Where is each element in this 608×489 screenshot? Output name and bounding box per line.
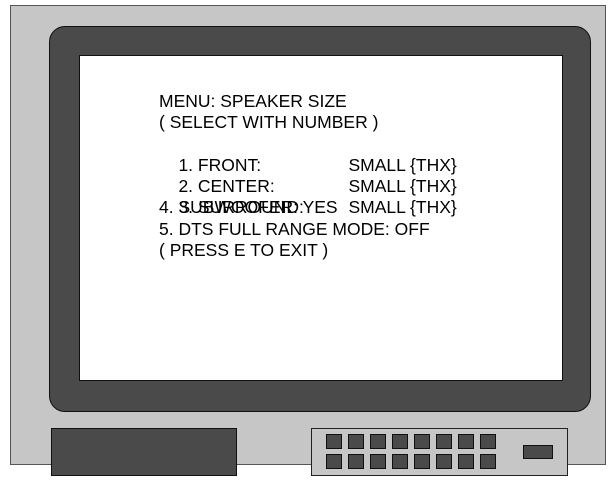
square-button-icon[interactable] xyxy=(370,434,386,449)
square-button-icon[interactable] xyxy=(326,434,342,449)
menu-item-front[interactable]: 1. FRONT: SMALL {THX} xyxy=(159,134,559,175)
menu-item-label: 1. FRONT: xyxy=(178,154,262,175)
menu-exit-hint: ( PRESS E TO EXIT ) xyxy=(159,240,329,261)
speaker-size-menu: MENU: SPEAKER SIZE ( SELECT WITH NUMBER … xyxy=(159,91,559,261)
menu-item-value: SMALL {THX} xyxy=(348,176,457,197)
front-display-panel xyxy=(51,428,237,476)
square-button-icon[interactable] xyxy=(348,454,364,469)
square-button-icon[interactable] xyxy=(458,454,474,469)
menu-instruction: ( SELECT WITH NUMBER ) xyxy=(159,112,379,133)
square-button-icon[interactable] xyxy=(392,434,408,449)
square-button-icon[interactable] xyxy=(458,434,474,449)
menu-item-label: 2. CENTER: xyxy=(178,176,275,197)
button-panel xyxy=(311,428,568,476)
rectangle-button-icon[interactable] xyxy=(523,445,553,459)
menu-item-value: SMALL {THX} xyxy=(348,197,457,218)
square-button-icon[interactable] xyxy=(326,454,342,469)
square-button-icon[interactable] xyxy=(436,434,452,449)
menu-title: MENU: SPEAKER SIZE xyxy=(159,91,347,111)
square-button-icon[interactable] xyxy=(370,454,386,469)
square-button-icon[interactable] xyxy=(414,434,430,449)
square-button-icon[interactable] xyxy=(480,454,496,469)
menu-item-value: SMALL {THX} xyxy=(348,154,457,175)
square-button-icon[interactable] xyxy=(480,434,496,449)
square-button-icon[interactable] xyxy=(348,434,364,449)
square-button-icon[interactable] xyxy=(414,454,430,469)
square-button-icon[interactable] xyxy=(392,454,408,469)
menu-item-dts-mode[interactable]: 5. DTS FULL RANGE MODE: OFF xyxy=(159,219,559,240)
square-button-icon[interactable] xyxy=(436,454,452,469)
